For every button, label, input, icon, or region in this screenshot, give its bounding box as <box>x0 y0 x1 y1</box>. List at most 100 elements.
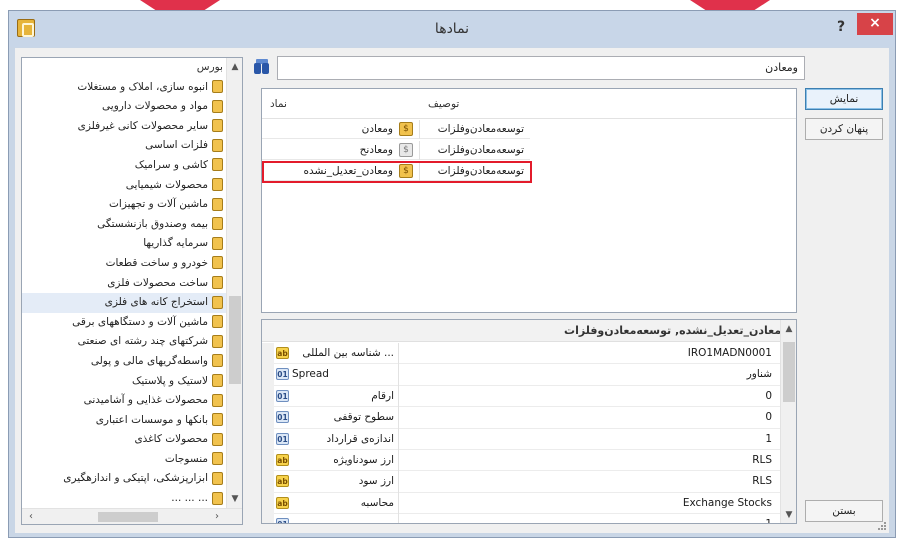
scroll-up-arrow-icon[interactable]: ▲ <box>781 322 796 336</box>
properties-scroll-thumb[interactable] <box>783 342 795 402</box>
scroll-up-arrow-icon[interactable]: ▲ <box>227 60 243 74</box>
property-value: IRO1MADN0001 <box>687 347 772 359</box>
category-list: بورس انبوه سازی، املاک و مستغلات مواد و مح… <box>22 58 227 508</box>
column-divider <box>398 385 399 408</box>
row-gutter <box>262 385 274 408</box>
tree-horizontal-scrollbar[interactable]: ‹ › <box>22 508 242 524</box>
property-row[interactable]: 01... ... ... 1 <box>262 514 782 523</box>
property-row[interactable]: ab محاسبه Exchange Stocks <box>262 492 782 515</box>
symbol-cell: $ ومعادنح <box>262 141 420 160</box>
tree-root-item[interactable]: بورس <box>22 58 227 78</box>
tree-item[interactable]: بانکها و موسسات اعتباری <box>22 411 227 431</box>
symbols-table[interactable]: نماد توصیف $ ومعادن توسعه‌معادن‌وفلزات $ ومع… <box>261 88 797 313</box>
symbols-dialog: نمادها ? × بورس انبوه سازی، املاک و مستغل… <box>8 10 896 538</box>
tree-item-label: بیمه وصندوق بازنشستگی <box>97 217 208 230</box>
column-divider <box>398 364 399 386</box>
help-button[interactable]: ? <box>831 19 851 39</box>
tree-item-label: فلزات اساسی <box>145 139 208 152</box>
tree-item[interactable]: لاستیک و پلاستیک <box>22 372 227 392</box>
tree-hscroll-thumb[interactable] <box>98 512 158 522</box>
property-row[interactable]: 01 Spread شناور <box>262 364 782 386</box>
tree-item-label: بورس <box>196 61 223 73</box>
folder-icon <box>212 315 223 329</box>
properties-panel[interactable]: ومعادن_تعدیل_نشده, توسعه‌معادن‌وفلزات ab… <box>261 319 797 524</box>
tree-item[interactable]: ماشین آلات و دستگاههای برقی <box>22 313 227 333</box>
tree-item[interactable]: بیمه وصندوق بازنشستگی <box>22 215 227 235</box>
folder-icon <box>212 217 223 231</box>
tree-item[interactable]: ماشین آلات و تجهیزات <box>22 195 227 215</box>
symbol-name: ومعادن <box>361 123 393 135</box>
tree-item[interactable]: خودرو و ساخت قطعات <box>22 254 227 274</box>
folder-icon <box>212 432 223 446</box>
search-input[interactable]: ومعادن <box>277 56 805 80</box>
folder-icon <box>212 374 223 387</box>
property-name: محاسبه <box>360 496 394 509</box>
column-divider <box>398 343 399 365</box>
description-cell: توسعه‌معادن‌وفلزات <box>420 120 530 139</box>
tree-item-label: ماشین آلات و دستگاههای برقی <box>72 315 208 328</box>
folder-icon <box>212 354 223 368</box>
resize-grip-icon[interactable] <box>877 521 887 531</box>
tree-item[interactable]: واسطه‌گریهای مالی و پولی <box>22 352 227 372</box>
tree-item[interactable]: ... ... ... <box>22 489 227 508</box>
number-type-icon: 01 <box>276 389 289 402</box>
tree-item-label: سرمایه گذاریها <box>143 237 208 250</box>
scroll-down-arrow-icon[interactable]: ▼ <box>227 492 243 506</box>
tree-item[interactable]: محصولات کاغذی <box>22 430 227 450</box>
tree-item[interactable]: کاشی و سرامیک <box>22 156 227 176</box>
tree-item[interactable]: منسوجات <box>22 450 227 470</box>
folder-icon <box>212 236 223 250</box>
property-row[interactable]: ab ... شناسه بین المللی IRO1MADN0001 <box>262 343 782 365</box>
symbol-row[interactable]: $ ومعادنح توسعه‌معادن‌وفلزات <box>262 141 530 160</box>
tree-item[interactable]: سرمایه گذاریها <box>22 234 227 254</box>
property-name: ارقام <box>371 389 394 402</box>
property-value: 0 <box>765 389 772 402</box>
symbols-table-header: نماد توصیف <box>262 89 796 119</box>
folder-icon <box>212 178 223 192</box>
column-header-description[interactable]: توصیف <box>428 98 459 110</box>
row-gutter <box>262 407 274 429</box>
folder-icon <box>212 393 223 407</box>
tree-vertical-scrollbar[interactable]: ▲ ▼ <box>226 58 242 508</box>
folder-icon <box>212 471 223 485</box>
close-button[interactable]: بستن <box>805 500 883 522</box>
close-window-button[interactable]: × <box>857 13 893 35</box>
property-row[interactable]: 01 ارقام 0 <box>262 385 782 408</box>
hide-button[interactable]: پنهان کردن <box>805 118 883 140</box>
symbol-description: توسعه‌معادن‌وفلزات <box>437 123 524 135</box>
property-name: Spread <box>292 368 329 381</box>
column-header-symbol[interactable]: نماد <box>270 98 287 110</box>
property-row[interactable]: 01 سطوح توقفی 0 <box>262 407 782 429</box>
tree-item[interactable]: شرکتهای چند رشته ای صنعتی <box>22 332 227 352</box>
row-gutter <box>262 471 274 493</box>
property-value: 1 <box>765 432 772 445</box>
tree-item[interactable]: ابزارپزشکی، اپتیکی و اندازهگیری <box>22 469 227 489</box>
category-tree[interactable]: بورس انبوه سازی، املاک و مستغلات مواد و مح… <box>21 57 243 525</box>
show-button[interactable]: نمایش <box>805 88 883 110</box>
properties-scrollbar[interactable]: ▲ ▼ <box>780 320 796 523</box>
symbol-row[interactable]: $ ومعادن توسعه‌معادن‌وفلزات <box>262 120 530 139</box>
tree-item[interactable]: محصولات شیمیایی <box>22 176 227 196</box>
tree-item-label: استخراج کانه های فلزی <box>104 296 208 309</box>
tree-item[interactable]: فلزات اساسی <box>22 136 227 156</box>
scroll-down-arrow-icon[interactable]: ▼ <box>781 508 796 522</box>
property-name: ... شناسه بین المللی <box>302 347 394 359</box>
property-row[interactable]: 01 اندازه‌ی قرارداد 1 <box>262 428 782 450</box>
property-row[interactable]: ab ارز سودناویژه RLS <box>262 450 782 472</box>
property-row[interactable]: ab ارز سود RLS <box>262 471 782 493</box>
property-value: 1 <box>765 518 772 523</box>
tree-item[interactable]: محصولات غذایی و آشامیدنی <box>22 391 227 411</box>
scroll-left-arrow-icon[interactable]: ‹ <box>24 509 38 525</box>
number-type-icon: 01 <box>276 411 289 424</box>
tree-item-label: محصولات شیمیایی <box>125 178 208 191</box>
tree-item[interactable]: استخراج کانه های فلزی <box>22 293 227 313</box>
tree-item[interactable]: سایر محصولات کانی غیرفلزی <box>22 117 227 137</box>
tree-item[interactable]: ساخت محصولات فلزی <box>22 274 227 294</box>
tree-scroll-thumb[interactable] <box>229 296 241 384</box>
scroll-right-arrow-icon[interactable]: › <box>210 509 224 525</box>
tree-item[interactable]: انبوه سازی، املاک و مستغلات <box>22 78 227 98</box>
tree-item[interactable]: مواد و محصولات دارویی <box>22 97 227 117</box>
property-name: اندازه‌ی قرارداد <box>326 432 394 445</box>
tree-item-label: بانکها و موسسات اعتباری <box>95 413 208 426</box>
binoculars-icon[interactable] <box>253 58 271 76</box>
